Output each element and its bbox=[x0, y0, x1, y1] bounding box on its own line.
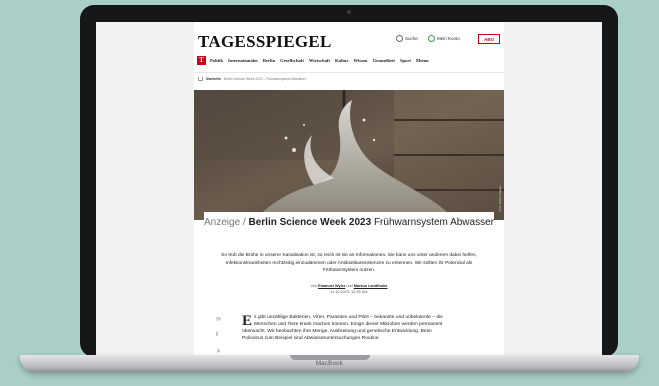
camera-dot bbox=[347, 10, 351, 14]
main-nav: T Politik Internationales Berlin Gesells… bbox=[194, 54, 504, 66]
nav-item-politik[interactable]: Politik bbox=[210, 58, 223, 63]
drop-cap: E bbox=[242, 313, 253, 329]
device-label: MacBook bbox=[315, 361, 344, 367]
nav-item-berlin[interactable]: Berlin bbox=[263, 58, 275, 63]
ad-label: Anzeige / bbox=[204, 217, 246, 228]
x-icon[interactable]: ✕ bbox=[216, 348, 221, 355]
laptop-frame: TAGESSPIEGEL Suche Mein Konto ABO T Poli… bbox=[80, 5, 618, 357]
search-icon bbox=[396, 35, 403, 42]
hero-image: Foto: Getty Images bbox=[194, 90, 504, 220]
headline-kicker: Berlin Science Week 2023 bbox=[248, 217, 372, 228]
account-label: Mein Konto bbox=[437, 36, 460, 41]
nav-item-wirtschaft[interactable]: Wirtschaft bbox=[309, 58, 330, 63]
mail-icon[interactable]: ✉ bbox=[216, 316, 221, 323]
byline-joiner: und bbox=[346, 284, 353, 288]
abo-button[interactable]: ABO bbox=[478, 34, 500, 44]
nav-item-internationales[interactable]: Internationales bbox=[228, 58, 258, 63]
site-logo[interactable]: TAGESSPIEGEL bbox=[198, 32, 332, 52]
nav-item-wissen[interactable]: Wissen bbox=[354, 58, 368, 63]
article-paragraph: s gibt unzählige Bakterien, Viren, Paras… bbox=[242, 315, 443, 341]
home-icon[interactable] bbox=[198, 77, 203, 81]
byline: Von Emanuel Wyler und Markus Landthaler … bbox=[214, 284, 484, 295]
article-page: TAGESSPIEGEL Suche Mein Konto ABO T Poli… bbox=[194, 22, 504, 355]
headline-title: Frühwarnsystem Abwasser bbox=[373, 217, 494, 228]
account-icon bbox=[428, 35, 435, 42]
account-button[interactable]: Mein Konto bbox=[428, 35, 460, 42]
author-link-1[interactable]: Emanuel Wyler bbox=[318, 284, 345, 288]
article-teaser: So trüb die Brühe in unserer Kanalisatio… bbox=[221, 253, 477, 273]
search-label: Suche bbox=[405, 36, 418, 41]
nav-item-kultur[interactable]: Kultur bbox=[335, 58, 349, 63]
base-notch bbox=[290, 355, 370, 360]
site-header: TAGESSPIEGEL Suche Mein Konto ABO T Poli… bbox=[194, 22, 504, 73]
author-link-2[interactable]: Markus Landthaler bbox=[354, 284, 388, 288]
headline-box: Anzeige / Berlin Science Week 2023 Frühw… bbox=[204, 212, 494, 248]
laptop-base: MacBook bbox=[20, 355, 639, 372]
breadcrumb-current: Berlin Science Week 2023 – Frühwarnsyste… bbox=[224, 77, 306, 81]
breadcrumb: Startseite Berlin Science Week 2023 – Fr… bbox=[198, 77, 306, 81]
publish-date: 11.10.2023, 12:25 Uhr bbox=[330, 289, 368, 294]
water-splash-image bbox=[194, 90, 504, 220]
facebook-icon[interactable]: f bbox=[216, 332, 218, 338]
search-button[interactable]: Suche bbox=[396, 35, 418, 42]
breadcrumb-home[interactable]: Startseite bbox=[206, 77, 221, 81]
nav-item-meinung[interactable]: Meinu bbox=[416, 58, 429, 63]
article-body: E s gibt unzählige Bakterien, Viren, Par… bbox=[242, 314, 452, 342]
nav-item-sport[interactable]: Sport bbox=[400, 58, 411, 63]
nav-item-gesellschaft[interactable]: Gesellschaft bbox=[280, 58, 304, 63]
byline-prefix: Von bbox=[310, 284, 318, 288]
photo-credit: Foto: Getty Images bbox=[498, 186, 502, 212]
screen: TAGESSPIEGEL Suche Mein Konto ABO T Poli… bbox=[96, 22, 602, 355]
brand-t-icon[interactable]: T bbox=[197, 55, 206, 65]
nav-item-gesundheit[interactable]: Gesundheit bbox=[372, 58, 394, 63]
